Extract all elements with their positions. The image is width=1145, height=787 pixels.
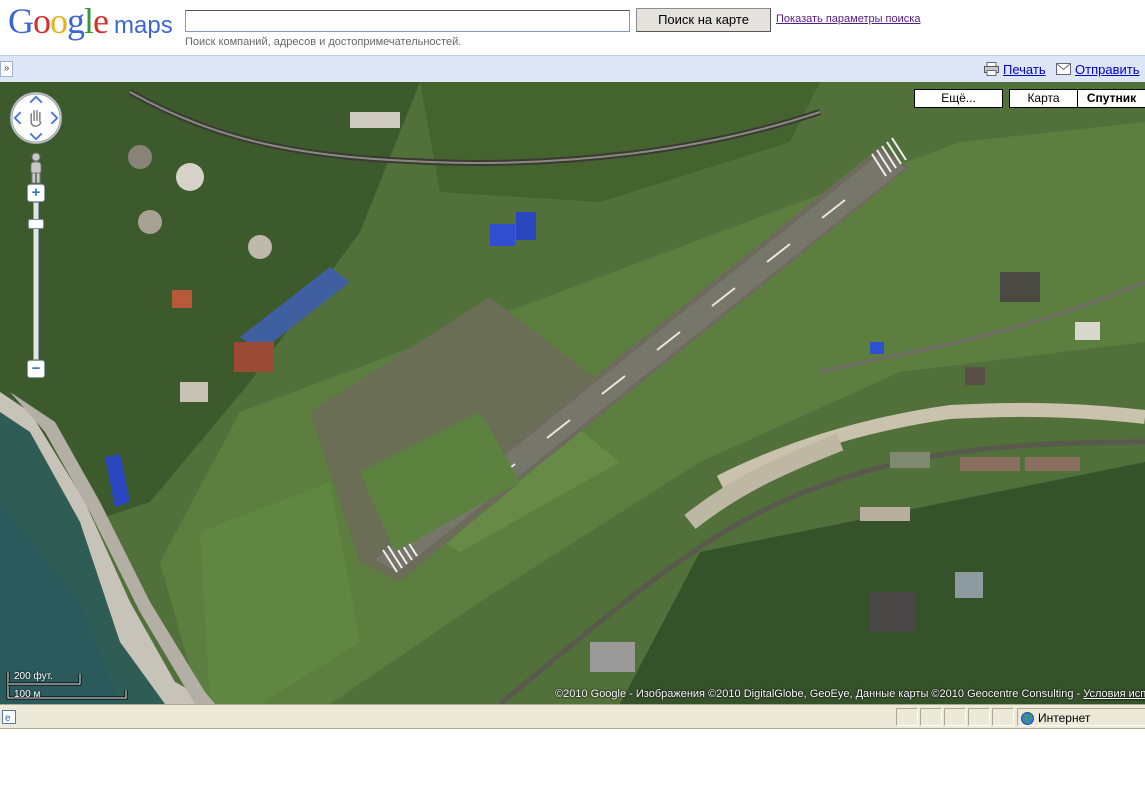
header: Google maps Поиск на карте Показать парам… — [0, 0, 1145, 55]
expand-panel-button[interactable]: » — [0, 61, 13, 77]
map-type-map-button[interactable]: Карта — [1009, 89, 1078, 108]
pegman-icon[interactable] — [26, 152, 46, 184]
search-input[interactable] — [185, 10, 630, 32]
satellite-map[interactable]: Ещё... Карта Спутник + − 200 фут. 100 м … — [0, 82, 1145, 704]
page-icon: e — [2, 710, 16, 724]
scale-meters-label: 100 м — [14, 689, 41, 700]
terms-link[interactable]: Условия испо — [1083, 688, 1145, 700]
search-hint: Поиск компаний, адресов и достопримечате… — [185, 36, 462, 48]
status-pane — [944, 708, 966, 726]
copyright-text: ©2010 Google - Изображения ©2010 Digital… — [555, 688, 1084, 700]
printer-icon[interactable] — [984, 62, 999, 76]
scale-feet-label: 200 фут. — [14, 671, 53, 682]
globe-icon — [1021, 712, 1034, 725]
map-copyright: ©2010 Google - Изображения ©2010 Digital… — [555, 688, 1145, 700]
print-link[interactable]: Печать — [1003, 62, 1046, 77]
status-pane — [896, 708, 918, 726]
search-button[interactable]: Поиск на карте — [636, 8, 771, 32]
search-options-link[interactable]: Показать параметры поиска — [776, 13, 920, 25]
status-pane — [992, 708, 1014, 726]
map-type-satellite-button[interactable]: Спутник — [1077, 89, 1145, 108]
envelope-icon[interactable] — [1056, 63, 1071, 75]
google-maps-logo[interactable]: Google maps — [8, 2, 173, 45]
toolbar: » Печать Отправить — [0, 55, 1145, 82]
zoom-in-button[interactable]: + — [27, 184, 45, 202]
zone-label: Интернет — [1038, 711, 1091, 725]
zoom-slider-thumb[interactable] — [28, 219, 44, 229]
svg-text:e: e — [5, 713, 11, 724]
pan-control[interactable] — [10, 92, 62, 144]
send-link[interactable]: Отправить — [1075, 62, 1139, 77]
status-pane — [968, 708, 990, 726]
satellite-imagery — [0, 82, 1145, 704]
map-type-more-button[interactable]: Ещё... — [914, 89, 1003, 108]
browser-status-bar: e Интернет — [0, 704, 1145, 729]
status-pane — [920, 708, 942, 726]
zoom-out-button[interactable]: − — [27, 360, 45, 378]
